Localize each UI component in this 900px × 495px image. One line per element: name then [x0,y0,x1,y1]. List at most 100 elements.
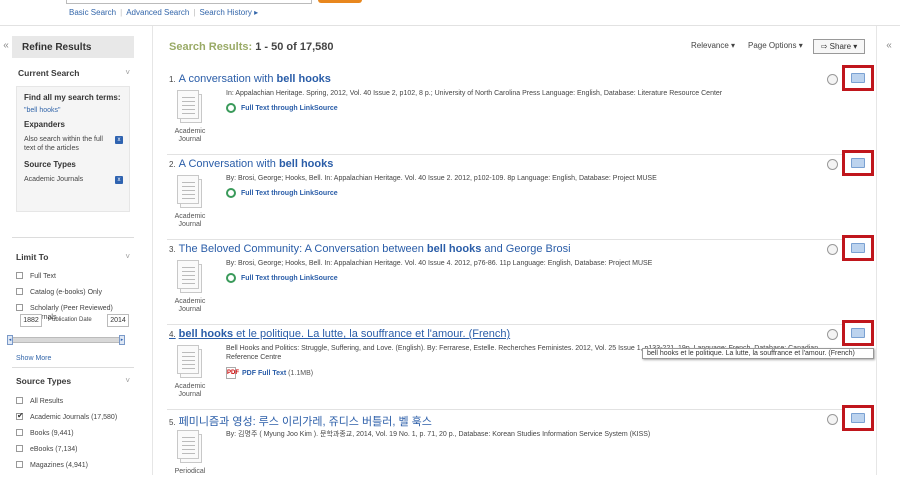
result-meta: By: 김명주 ( Myung Joo Kim ). 문학과종교, 2014, … [226,431,651,438]
date-slider[interactable]: ◂ ▸ [7,335,125,345]
chevron-down-icon[interactable]: ˅ [125,68,130,77]
folder-icon [851,158,865,168]
folder-icon [851,73,865,83]
show-more-link[interactable]: Show More [16,355,51,362]
current-search-section: Current Search ˅ Find all my search term… [12,58,134,238]
limit-catalog[interactable]: Catalog (e-books) Only [12,288,134,297]
search-history-link[interactable]: Search History ▸ [199,8,258,17]
expanders-label: Expanders [24,120,65,129]
full-text-link[interactable]: Full Text through LinkSource [226,273,338,283]
journal-icon[interactable] [177,90,203,124]
result-item-3: 3. The Beloved Community: A Conversation … [167,235,874,325]
slider-handle-right[interactable]: ▸ [119,335,125,345]
add-to-folder-button[interactable] [842,150,874,176]
date-from-input[interactable]: 1882 [20,314,42,327]
preview-magnifier-icon[interactable] [827,414,838,425]
link-label: Full Text through LinkSource [241,189,338,197]
journal-icon[interactable] [177,175,203,209]
checkbox-label: Magazines (4,941) [30,462,88,469]
periodical-icon[interactable] [177,430,203,464]
divider [12,367,134,368]
title-highlight: bell hooks [276,73,331,85]
folder-icon [851,328,865,338]
checkbox[interactable] [16,445,23,452]
checkbox[interactable] [16,304,23,311]
result-item-1: 1. A conversation with bell hooks Academi… [167,65,874,155]
chevron-down-icon[interactable]: ˅ [125,376,130,385]
result-title[interactable]: 4. bell hooks et le politique. La lutte, … [169,328,510,340]
checkbox[interactable] [16,397,23,404]
title-text-post: et le politique. La lutte, la souffrance… [233,328,511,340]
title-text: The Beloved Community: A Conversation be… [178,243,427,255]
limit-to-section: Limit To ˅ Full Text Catalog (e-books) O… [12,238,134,388]
checkbox[interactable] [16,288,23,295]
preview-magnifier-icon[interactable] [827,74,838,85]
doc-type-label: Academic Journal [174,128,206,143]
checkbox-label: Academic Journals (17,580) [30,414,118,421]
advanced-search-link[interactable]: Advanced Search [126,8,189,17]
add-to-folder-button[interactable] [842,235,874,261]
result-title[interactable]: 3. The Beloved Community: A Conversation … [169,243,571,255]
checkbox-checked[interactable] [16,411,24,420]
result-meta: In: Appalachian Heritage. Spring, 2012, … [226,90,723,97]
link-label: Full Text through LinkSource [241,104,338,112]
remove-icon[interactable]: x [115,176,123,184]
collapse-right-icon[interactable]: « [883,40,895,52]
top-bar: Basic Search | Advanced Search | Search Hist… [0,0,900,26]
result-title[interactable]: 5. 페미니즘과 영성: 루스 이리가레, 쥬디스 버틀러, 벨 훅스 [169,413,432,429]
linksource-icon [226,103,236,113]
page-options-dropdown[interactable]: Page Options ▾ [748,41,803,50]
source-books[interactable]: Books (9,441) [12,429,134,438]
results-label: Search Results: [169,41,253,53]
source-type-item: Academic Journals x [24,175,123,184]
full-text-link[interactable]: Full Text through LinkSource [226,103,338,113]
file-size: (1.1MB) [288,369,314,377]
refine-results-header: Refine Results [12,36,134,58]
title-tooltip: bell hooks et le politique. La lutte, la… [642,348,874,359]
relevance-dropdown[interactable]: Relevance ▾ [691,41,735,50]
current-search-title: Current Search [18,68,80,78]
add-to-folder-button[interactable] [842,65,874,91]
preview-magnifier-icon[interactable] [827,159,838,170]
journal-icon[interactable] [177,260,203,294]
search-links: Basic Search | Advanced Search | Search Hist… [69,8,259,17]
remove-icon[interactable]: x [115,136,123,144]
search-input[interactable] [66,0,312,4]
source-type-item-label: Academic Journals [24,176,84,183]
journal-icon[interactable] [177,345,203,379]
query-term[interactable]: "bell hooks" [24,107,123,114]
pdf-icon: PDF [226,367,239,379]
result-title[interactable]: 1. A conversation with bell hooks [169,73,331,85]
limit-full-text[interactable]: Full Text [12,272,134,281]
source-ebooks[interactable]: eBooks (7,134) [12,445,134,454]
source-magazines[interactable]: Magazines (4,941) [12,461,134,470]
basic-search-link[interactable]: Basic Search [69,8,116,17]
doc-type-label: Academic Journal [174,383,206,398]
search-button[interactable] [318,0,362,3]
checkbox[interactable] [16,272,23,279]
slider-handle-left[interactable]: ◂ [7,335,13,345]
result-title[interactable]: 2. A Conversation with bell hooks [169,158,333,170]
checkbox[interactable] [16,429,23,436]
right-rail: « [876,26,900,475]
full-text-link[interactable]: Full Text through LinkSource [226,188,338,198]
result-item-4: 4. bell hooks et le politique. La lutte, … [167,320,874,410]
share-button[interactable]: ⇨ Share ▾ [813,39,865,54]
source-all-results[interactable]: All Results [12,397,134,406]
add-to-folder-button[interactable] [842,405,874,431]
pdf-full-text-link[interactable]: PDF PDF Full Text (1.1MB) [226,367,313,379]
chevron-down-icon[interactable]: ˅ [125,252,130,261]
preview-magnifier-icon[interactable] [827,244,838,255]
title-highlight: bell hooks [278,158,334,170]
collapse-left-icon[interactable]: « [0,40,12,52]
checkbox[interactable] [16,461,23,468]
checkbox-label: Catalog (e-books) Only [30,289,102,296]
add-to-folder-button[interactable] [842,320,874,346]
checkbox-label: Books (9,441) [30,430,74,437]
preview-magnifier-icon[interactable] [827,329,838,340]
share-label: Share ▾ [829,42,858,51]
date-to-input[interactable]: 2014 [107,314,129,327]
source-types-label: Source Types [24,160,76,169]
source-academic-journals[interactable]: Academic Journals (17,580) [12,411,134,422]
folder-icon [851,243,865,253]
